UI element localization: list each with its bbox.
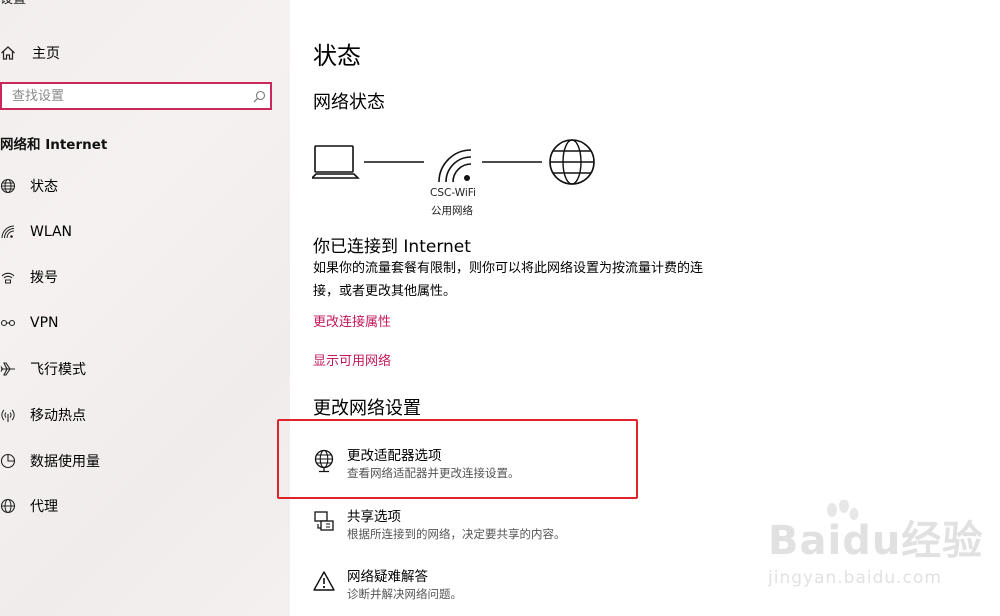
- change-network-settings-heading: 更改网络设置: [313, 398, 421, 419]
- sidebar-section-title: 网络和 Internet: [0, 137, 108, 153]
- sidebar-item-label: 代理: [30, 499, 58, 515]
- option-description: 根据所连接到的网络，决定要共享的内容。: [347, 527, 566, 541]
- sidebar-item-proxy[interactable]: 代理: [0, 494, 58, 518]
- search-box[interactable]: [0, 82, 272, 110]
- sidebar-item-data-usage[interactable]: 数据使用量: [0, 449, 100, 473]
- change-connection-properties-link[interactable]: 更改连接属性: [313, 311, 391, 330]
- vpn-icon: [0, 315, 20, 331]
- sidebar-item-mobile-hotspot[interactable]: 移动热点: [0, 403, 86, 427]
- sharing-icon: [312, 510, 336, 536]
- search-input[interactable]: [2, 84, 248, 108]
- sidebar-item-dialup[interactable]: 拨号: [0, 265, 58, 289]
- sidebar: 设置 主页 网络和 Internet 状态 WLAN 拨号 V: [0, 0, 290, 616]
- sidebar-item-label: 主页: [32, 46, 60, 62]
- wifi-signal-icon: [438, 149, 472, 183]
- sidebar-item-home[interactable]: 主页: [0, 42, 60, 64]
- laptop-icon: [312, 145, 360, 179]
- sidebar-item-status[interactable]: 状态: [0, 174, 58, 198]
- option-description: 诊断并解决网络问题。: [347, 587, 462, 601]
- sidebar-item-wlan[interactable]: WLAN: [0, 220, 72, 244]
- sidebar-item-label: 移动热点: [30, 408, 86, 424]
- sidebar-item-label: 飞行模式: [30, 362, 86, 378]
- connection-status-title: 你已连接到 Internet: [313, 237, 471, 257]
- sidebar-item-airplane-mode[interactable]: 飞行模式: [0, 357, 86, 381]
- wifi-network-type: 公用网络: [431, 205, 473, 217]
- watermark-url: jingyan.baidu.com: [768, 568, 942, 588]
- option-title: 共享选项: [347, 509, 401, 525]
- connection-status-description: 如果你的流量套餐有限制，则你可以将此网络设置为按流量计费的连接，或者更改其他属性…: [313, 261, 704, 299]
- airplane-icon: [0, 361, 20, 377]
- sidebar-item-label: VPN: [30, 315, 59, 331]
- settings-title: 设置: [0, 0, 26, 7]
- wifi-icon: [0, 224, 20, 240]
- sidebar-item-vpn[interactable]: VPN: [0, 311, 59, 335]
- warning-icon: [312, 570, 336, 596]
- sidebar-item-label: WLAN: [30, 224, 73, 240]
- annotation-highlight-box: [277, 419, 638, 499]
- sidebar-item-label: 数据使用量: [30, 454, 100, 470]
- option-title: 网络疑难解答: [347, 569, 428, 585]
- sidebar-item-label: 状态: [30, 179, 58, 195]
- watermark-logo: Baidu经验: [768, 518, 984, 564]
- sidebar-item-label: 拨号: [30, 270, 58, 286]
- home-icon: [0, 45, 20, 61]
- data-usage-icon: [0, 453, 20, 469]
- internet-globe-icon: [549, 139, 595, 185]
- wifi-name: CSC-WiFi: [430, 187, 476, 199]
- network-status-heading: 网络状态: [313, 92, 385, 113]
- search-icon[interactable]: [248, 90, 270, 103]
- globe-icon: [0, 498, 20, 514]
- hotspot-icon: [0, 407, 20, 423]
- dialup-icon: [0, 269, 20, 285]
- show-available-networks-link[interactable]: 显示可用网络: [313, 350, 391, 369]
- watermark: Baidu经验 jingyan.baidu.com: [760, 500, 990, 600]
- network-troubleshooter[interactable]: 网络疑难解答 诊断并解决网络问题。: [312, 568, 462, 608]
- globe-icon: [0, 178, 20, 194]
- sharing-options[interactable]: 共享选项 根据所连接到的网络，决定要共享的内容。: [312, 508, 566, 548]
- page-title: 状态: [313, 42, 361, 70]
